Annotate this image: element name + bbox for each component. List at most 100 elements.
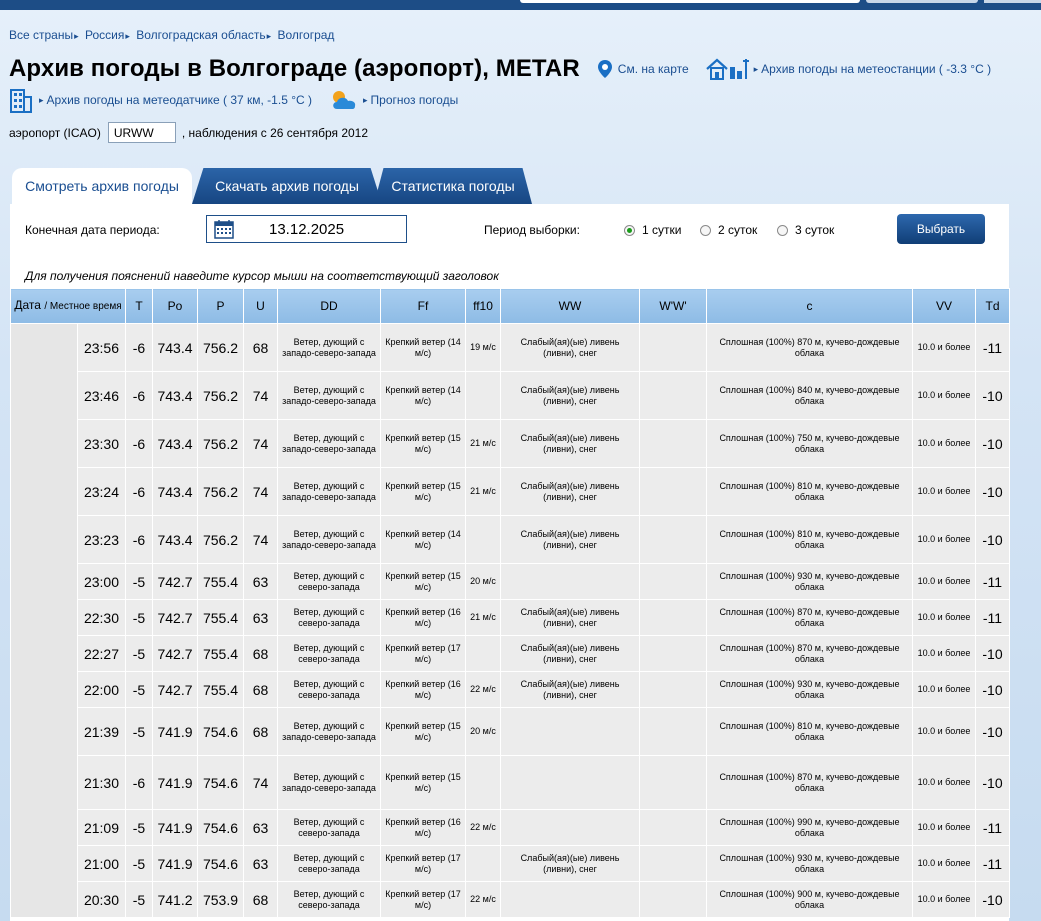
cell-ff10: 20 м/с [465, 563, 501, 600]
cell-time: 21:30 [77, 755, 126, 810]
icao-input[interactable] [107, 122, 176, 143]
select-button[interactable]: Выбрать [897, 214, 985, 244]
building-icon[interactable] [9, 87, 33, 113]
breadcrumb-link-russia[interactable]: Россия [85, 28, 124, 42]
cell-c: Сплошная (100%) 810 м, кучево-дождевые о… [706, 515, 913, 564]
cell-ww2 [639, 671, 707, 708]
cell-p: 755.4 [197, 599, 244, 636]
cell-u: 63 [243, 809, 278, 846]
col-header-date[interactable]: Дата / Местное время [10, 288, 126, 324]
cell-vv: 10.0 и более [912, 809, 976, 846]
radio-2-days[interactable]: 2 суток [700, 223, 757, 237]
radio-dot[interactable] [700, 224, 711, 236]
table-row: 21:00 -5 741.9 754.6 63 Ветер, дующий с север… [11, 845, 1010, 882]
cell-c: Сплошная (100%) 870 м, кучево-дождевые о… [706, 599, 913, 636]
calendar-icon[interactable] [214, 219, 234, 239]
cell-po: 741.9 [152, 845, 198, 882]
sensor-archive-link[interactable]: Архив погоды на метеодатчике ( 37 км, -1… [47, 93, 312, 107]
col-header-ww[interactable]: WW [500, 288, 640, 324]
cell-po: 742.7 [152, 635, 198, 672]
cell-dd: Ветер, дующий с западо-северо-запада [277, 371, 381, 420]
weather-station-icon[interactable] [705, 57, 751, 81]
cell-p: 755.4 [197, 671, 244, 708]
cell-ww [500, 755, 640, 810]
cell-time: 23:00 [77, 563, 126, 600]
cell-dd: Ветер, дующий с северо-запада [277, 671, 381, 708]
cell-ff10: 21 м/с [465, 599, 501, 636]
cell-time: 22:27 [77, 635, 126, 672]
col-header-ff10[interactable]: ff10 [465, 288, 501, 324]
cell-td: -10 [975, 671, 1010, 708]
cell-time: 23:23 [77, 515, 126, 564]
col-header-u[interactable]: U [243, 288, 278, 324]
col-header-vv[interactable]: VV [912, 288, 976, 324]
end-date-field[interactable]: 13.12.2025 [206, 215, 407, 243]
header-button-edge[interactable] [984, 0, 1041, 3]
table-row: 21:30 -6 741.9 754.6 74 Ветер, дующий с запад… [11, 755, 1010, 810]
map-link[interactable]: См. на карте [618, 62, 689, 76]
cell-u: 68 [243, 635, 278, 672]
cell-p: 756.2 [197, 467, 244, 516]
station-archive-link[interactable]: Архив погоды на метеостанции ( -3.3 °C ) [761, 62, 991, 76]
cell-c: Сплошная (100%) 750 м, кучево-дождевые о… [706, 419, 913, 468]
cell-td: -10 [975, 467, 1010, 516]
radio-1-day[interactable]: 1 сутки [624, 223, 681, 237]
cell-u: 63 [243, 599, 278, 636]
cell-t: -5 [125, 845, 153, 882]
cell-u: 68 [243, 707, 278, 756]
forecast-link[interactable]: Прогноз погоды [371, 93, 459, 107]
tab-view-archive[interactable]: Смотреть архив погоды [12, 168, 192, 204]
cell-ww: Слабый(ая)(ые) ливень (ливни), снег [500, 515, 640, 564]
cell-po: 741.9 [152, 707, 198, 756]
chevron-right-icon: ▸ [266, 31, 272, 41]
cell-ff10: 21 м/с [465, 419, 501, 468]
table-body: 23:56 -6 743.4 756.2 68 Ветер, дующий с запад… [10, 323, 1010, 918]
radio-dot[interactable] [624, 224, 635, 236]
cell-t: -6 [125, 515, 153, 564]
radio-dot[interactable] [777, 224, 788, 236]
cell-vv: 10.0 и более [912, 515, 976, 564]
cell-vv: 10.0 и более [912, 845, 976, 882]
col-header-td[interactable]: Td [975, 288, 1010, 324]
cell-c: Сплошная (100%) 900 м, кучево-дождевые о… [706, 881, 913, 918]
map-pin-icon[interactable] [597, 60, 612, 78]
cell-ww2 [639, 467, 707, 516]
col-header-p[interactable]: P [197, 288, 244, 324]
cell-td: -10 [975, 419, 1010, 468]
cell-ff: Крепкий ветер (17 м/с) [380, 635, 466, 672]
col-header-c[interactable]: c [706, 288, 913, 324]
col-header-ff[interactable]: Ff [380, 288, 466, 324]
sun-cloud-icon[interactable] [330, 89, 358, 111]
breadcrumb-link-region[interactable]: Волгоградская область [136, 28, 265, 42]
breadcrumb-link-city[interactable]: Волгоград [277, 28, 334, 42]
table-row: 23:56 -6 743.4 756.2 68 Ветер, дующий с запад… [10, 323, 1010, 918]
search-box-edge[interactable] [520, 0, 860, 3]
breadcrumb-link-all-countries[interactable]: Все страны [9, 28, 73, 42]
cell-u: 68 [243, 881, 278, 918]
cell-ff: Крепкий ветер (15 м/с) [380, 419, 466, 468]
cell-p: 754.6 [197, 707, 244, 756]
tab-download-archive[interactable]: Скачать архив погоды [192, 168, 382, 204]
cell-u: 63 [243, 845, 278, 882]
table-row: 21:09 -5 741.9 754.6 63 Ветер, дующий с север… [11, 809, 1010, 846]
cell-ff10: 22 м/с [465, 671, 501, 708]
col-header-ww2[interactable]: W'W' [639, 288, 707, 324]
col-header-dd[interactable]: DD [277, 288, 381, 324]
cell-po: 741.2 [152, 881, 198, 918]
cell-t: -5 [125, 809, 153, 846]
cell-po: 741.9 [152, 755, 198, 810]
tab-statistics[interactable]: Статистика погоды [374, 168, 532, 204]
col-header-t[interactable]: T [125, 288, 153, 324]
cell-u: 74 [243, 371, 278, 420]
header-button-edge[interactable] [866, 0, 978, 3]
col-header-po[interactable]: Po [152, 288, 198, 324]
cell-po: 741.9 [152, 809, 198, 846]
cell-ff10 [465, 515, 501, 564]
title-row: Архив погоды в Волгограде (аэропорт), ME… [9, 55, 991, 83]
cell-time: 23:56 [77, 323, 126, 372]
table-row: 20:30 -5 741.2 753.9 68 Ветер, дующий с север… [11, 881, 1010, 918]
table-row: 22:00 -5 742.7 755.4 68 Ветер, дующий с север… [11, 671, 1010, 708]
radio-3-days[interactable]: 3 суток [777, 223, 834, 237]
cell-dd: Ветер, дующий с западо-северо-запада [277, 467, 381, 516]
cell-t: -6 [125, 755, 153, 810]
